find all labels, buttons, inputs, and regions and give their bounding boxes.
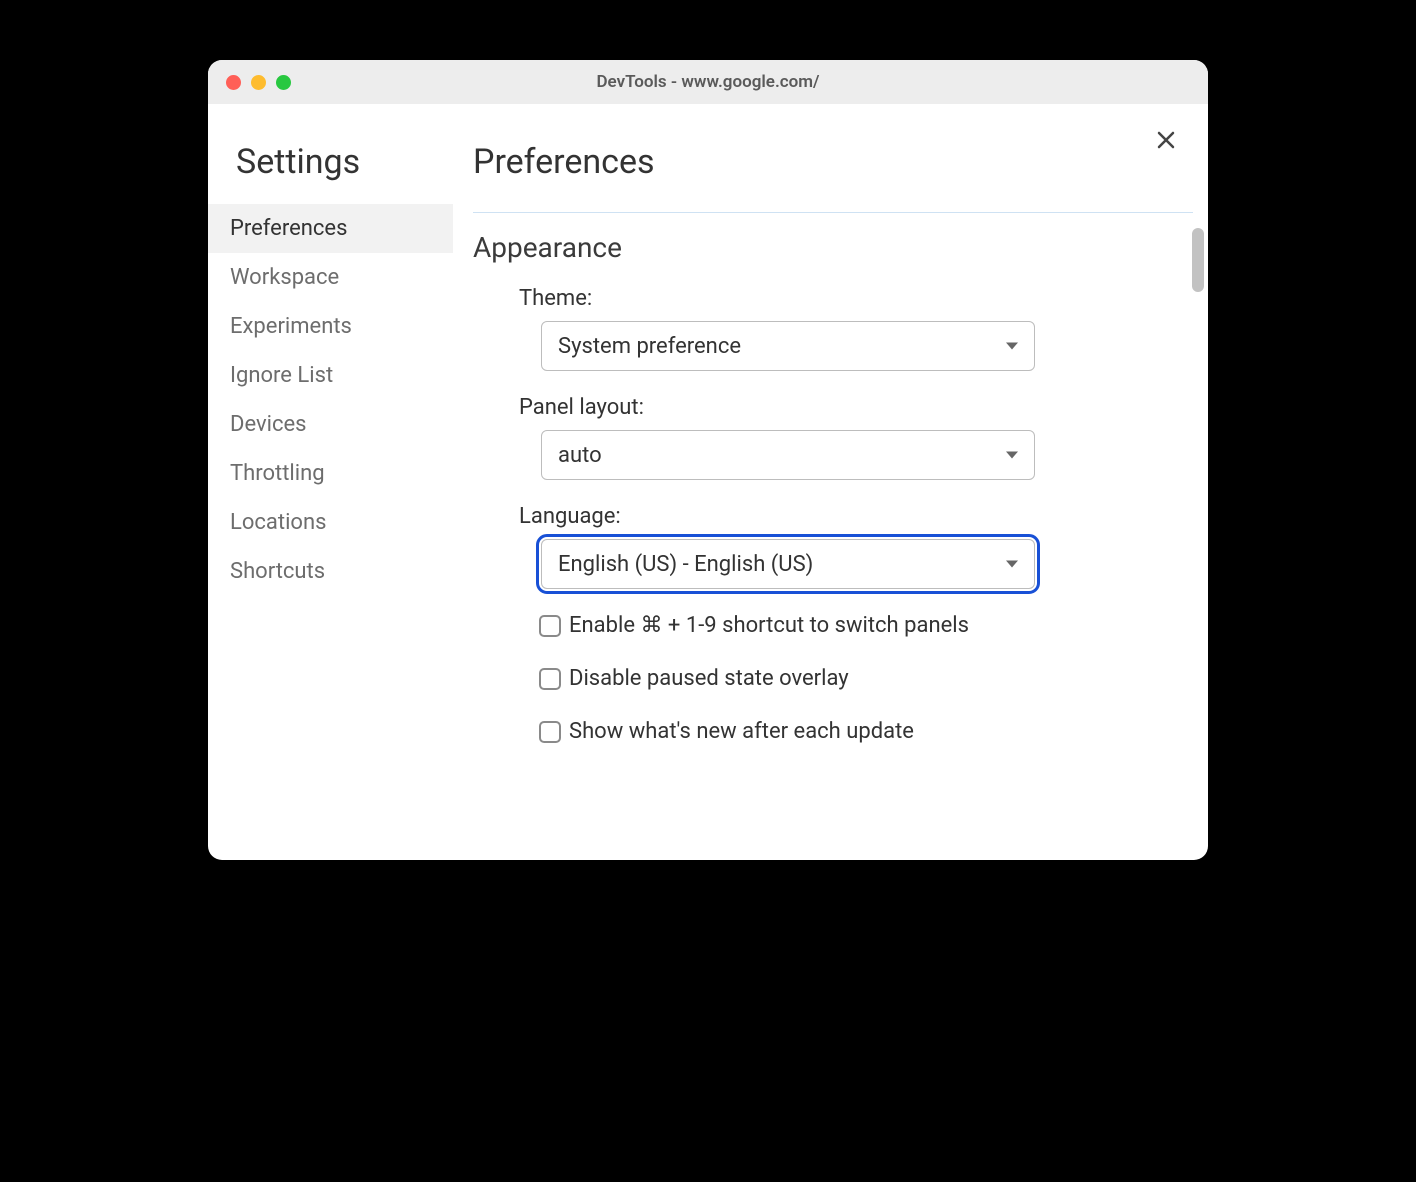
window-title: DevTools - www.google.com/	[208, 72, 1208, 92]
divider	[473, 212, 1193, 213]
panel-layout-select-value: auto	[558, 443, 602, 468]
sidebar-item-ignore-list[interactable]: Ignore List	[208, 351, 453, 400]
window-close-button[interactable]	[226, 75, 241, 90]
checkbox-enable-shortcut[interactable]: Enable ⌘ + 1-9 shortcut to switch panels	[539, 613, 1193, 638]
sidebar-item-label: Experiments	[230, 314, 352, 339]
theme-select[interactable]: System preference	[541, 321, 1035, 371]
titlebar: DevTools - www.google.com/	[208, 60, 1208, 104]
sidebar-item-label: Preferences	[230, 216, 347, 241]
language-select[interactable]: English (US) - English (US)	[541, 539, 1035, 589]
language-label: Language:	[519, 504, 1193, 529]
scroll-content: Appearance Theme: System preference Pane…	[473, 231, 1193, 744]
checkbox-show-whats-new[interactable]: Show what's new after each update	[539, 719, 1193, 744]
setting-theme: Theme: System preference	[519, 286, 1193, 371]
chevron-down-icon	[1006, 452, 1018, 459]
setting-language: Language: English (US) - English (US)	[519, 504, 1193, 589]
window-maximize-button[interactable]	[276, 75, 291, 90]
devtools-settings-window: DevTools - www.google.com/ Settings Pref…	[208, 60, 1208, 860]
panel-layout-label: Panel layout:	[519, 395, 1193, 420]
sidebar-item-label: Ignore List	[230, 363, 333, 388]
theme-select-value: System preference	[558, 334, 741, 359]
panel-layout-select[interactable]: auto	[541, 430, 1035, 480]
sidebar-item-label: Locations	[230, 510, 326, 535]
chevron-down-icon	[1006, 343, 1018, 350]
window-minimize-button[interactable]	[251, 75, 266, 90]
checkbox-icon	[539, 615, 561, 637]
checkbox-label: Show what's new after each update	[569, 719, 914, 744]
close-icon[interactable]	[1152, 128, 1180, 156]
traffic-lights	[208, 75, 291, 90]
sidebar-item-workspace[interactable]: Workspace	[208, 253, 453, 302]
page-title: Preferences	[473, 142, 1188, 182]
sidebar-item-devices[interactable]: Devices	[208, 400, 453, 449]
setting-panel-layout: Panel layout: auto	[519, 395, 1193, 480]
sidebar-item-shortcuts[interactable]: Shortcuts	[208, 547, 453, 596]
x-icon	[1154, 128, 1178, 152]
checkbox-label: Enable ⌘ + 1-9 shortcut to switch panels	[569, 613, 969, 638]
checkbox-disable-paused-overlay[interactable]: Disable paused state overlay	[539, 666, 1193, 691]
checkbox-icon	[539, 721, 561, 743]
content-area: Settings Preferences Workspace Experimen…	[208, 104, 1208, 860]
theme-label: Theme:	[519, 286, 1193, 311]
sidebar-item-locations[interactable]: Locations	[208, 498, 453, 547]
sidebar-item-preferences[interactable]: Preferences	[208, 204, 453, 253]
section-title-appearance: Appearance	[473, 231, 1193, 264]
sidebar-title: Settings	[208, 142, 453, 182]
sidebar-item-label: Devices	[230, 412, 307, 437]
scrollbar-thumb[interactable]	[1192, 228, 1204, 292]
sidebar-item-label: Throttling	[230, 461, 325, 486]
settings-sidebar: Settings Preferences Workspace Experimen…	[208, 104, 453, 860]
sidebar-item-throttling[interactable]: Throttling	[208, 449, 453, 498]
sidebar-item-experiments[interactable]: Experiments	[208, 302, 453, 351]
language-select-value: English (US) - English (US)	[558, 552, 813, 577]
main-panel: Preferences Appearance Theme: System pre…	[453, 104, 1208, 860]
checkbox-label: Disable paused state overlay	[569, 666, 849, 691]
checkbox-icon	[539, 668, 561, 690]
sidebar-item-label: Workspace	[230, 265, 339, 290]
sidebar-item-label: Shortcuts	[230, 559, 325, 584]
chevron-down-icon	[1006, 561, 1018, 568]
